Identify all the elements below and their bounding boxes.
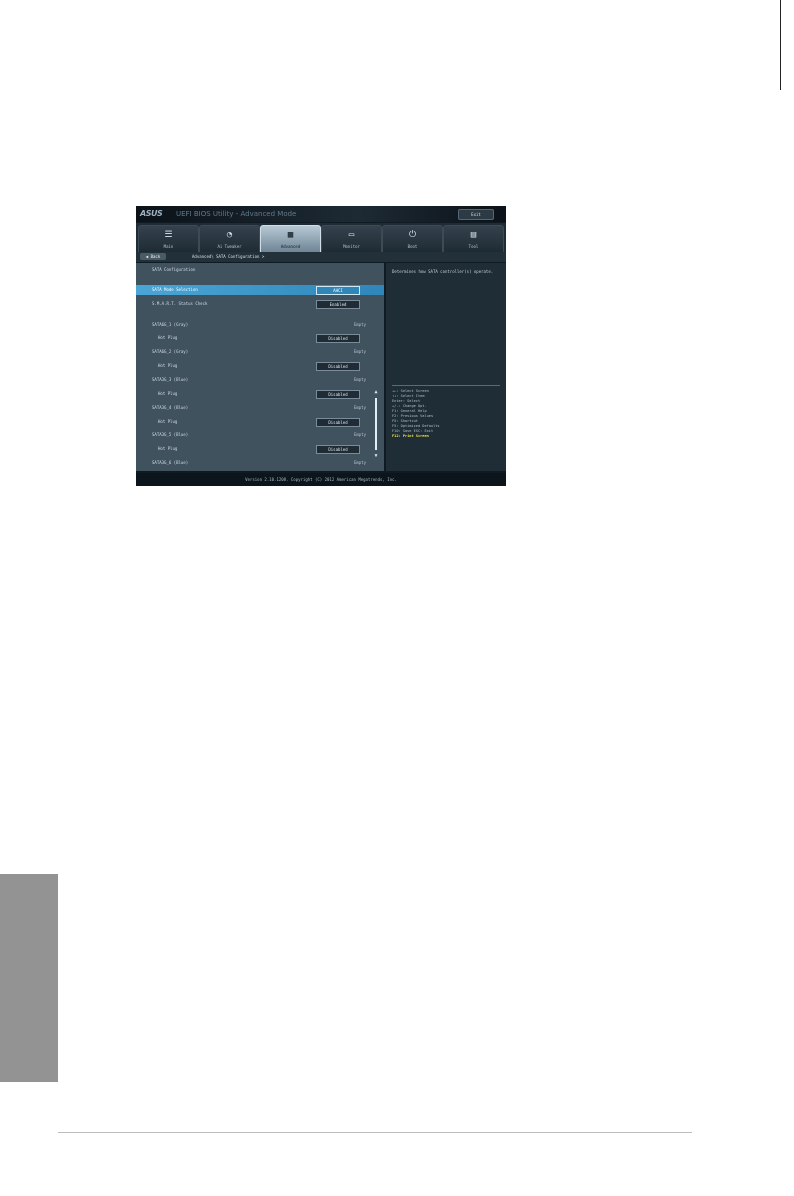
option-dropdown[interactable]: Disabled <box>316 418 360 427</box>
setting-smart-check[interactable]: S.M.A.R.T. Status Check Enabled <box>136 299 384 309</box>
tab-label: Tool <box>468 244 479 249</box>
hot-plug-row[interactable]: Hot Plug Disabled <box>136 361 384 371</box>
breadcrumb-bar: ◀ Back Advanced\ SATA Configuration > <box>136 252 506 262</box>
key-help-print-screen: F12: Print Screen <box>392 434 429 438</box>
bios-title: UEFI BIOS Utility - Advanced Mode <box>176 210 297 218</box>
tab-main[interactable]: ☰ Main <box>138 225 199 253</box>
scrollbar[interactable]: ▲ ▼ <box>372 390 380 460</box>
section-title: SATA Configuration <box>152 267 196 272</box>
page-cut-mark <box>780 0 781 90</box>
power-icon: ⏻ <box>408 230 417 240</box>
port-status: Empty <box>353 405 366 410</box>
tab-label: Main <box>163 244 174 249</box>
setting-sata-mode[interactable]: SATA Mode Selection AHCI <box>136 285 384 295</box>
port-row: SATA3G_3 (Blue) Empty <box>136 375 384 385</box>
option-dropdown[interactable]: Disabled <box>316 390 360 399</box>
help-description: Determines how SATA controller(s) operat… <box>392 269 494 274</box>
option-dropdown[interactable]: Disabled <box>316 334 360 343</box>
port-label: SATA6G_1 (Gray) <box>152 322 189 327</box>
tab-tool[interactable]: ▤ Tool <box>443 225 504 253</box>
bios-title-bar: ASUS UEFI BIOS Utility - Advanced Mode E… <box>136 206 506 222</box>
port-row: SATA3G_6 (Blue) Empty <box>136 458 384 468</box>
bios-screenshot: ASUS UEFI BIOS Utility - Advanced Mode E… <box>136 206 506 486</box>
option-dropdown[interactable]: Enabled <box>316 300 360 309</box>
settings-panel: SATA Configuration SATA Mode Selection A… <box>136 263 384 471</box>
menu-tabs: ☰ Main ◔ Ai Tweaker ▦ Advanced ▭ Monitor… <box>136 223 506 253</box>
footer-rule <box>58 1132 692 1133</box>
setting-label: SATA Mode Selection <box>152 287 198 292</box>
port-row: SATA6G_2 (Gray) Empty <box>136 347 384 357</box>
tab-advanced[interactable]: ▦ Advanced <box>260 225 321 253</box>
monitor-icon: ▭ <box>348 230 355 240</box>
version-footer: Version 2.10.1208. Copyright (C) 2012 Am… <box>136 473 506 486</box>
tab-label: Monitor <box>343 244 360 249</box>
breadcrumb: Advanced\ SATA Configuration > <box>192 254 265 259</box>
exit-label: Exit <box>471 212 481 217</box>
list-icon: ☰ <box>164 230 173 240</box>
option-dropdown[interactable]: AHCI <box>316 286 360 295</box>
port-status: Empty <box>353 460 366 465</box>
port-status: Empty <box>353 349 366 354</box>
section-header: SATA Configuration <box>136 266 384 274</box>
hot-plug-row[interactable]: Hot Plug Disabled <box>136 333 384 343</box>
option-dropdown[interactable]: Disabled <box>316 362 360 371</box>
port-label: SATA3G_6 (Blue) <box>152 460 189 465</box>
asus-logo: ASUS <box>140 209 163 218</box>
port-row: SATA3G_5 (Blue) Empty <box>136 430 384 440</box>
hot-plug-label: Hot Plug <box>158 391 178 396</box>
port-row: SATA6G_1 (Gray) Empty <box>136 320 384 330</box>
help-panel: Determines how SATA controller(s) operat… <box>386 263 506 471</box>
scroll-up-arrow-icon[interactable]: ▲ <box>373 390 379 395</box>
chip-icon: ▦ <box>287 230 294 240</box>
back-label: Back <box>150 254 161 259</box>
tab-label: Ai Tweaker <box>217 244 242 249</box>
exit-button[interactable]: Exit <box>458 209 494 220</box>
tab-ai-tweaker[interactable]: ◔ Ai Tweaker <box>199 225 260 253</box>
tab-label: Boot <box>407 244 418 249</box>
key-legend: →←: Select Screen ↑↓: Select Item Enter:… <box>392 385 500 439</box>
back-button[interactable]: ◀ Back <box>140 253 166 260</box>
hot-plug-row[interactable]: Hot Plug Disabled <box>136 389 384 399</box>
port-status: Empty <box>353 432 366 437</box>
hot-plug-label: Hot Plug <box>158 335 178 340</box>
port-status: Empty <box>353 377 366 382</box>
tab-label: Advanced <box>280 244 301 249</box>
hot-plug-row[interactable]: Hot Plug Disabled <box>136 444 384 454</box>
setting-label: S.M.A.R.T. Status Check <box>152 301 208 306</box>
hot-plug-label: Hot Plug <box>158 419 178 424</box>
port-label: SATA3G_4 (Blue) <box>152 405 189 410</box>
chapter-side-tab <box>0 874 58 1082</box>
tab-boot[interactable]: ⏻ Boot <box>382 225 443 253</box>
hot-plug-row[interactable]: Hot Plug Disabled <box>136 417 384 427</box>
port-label: SATA3G_5 (Blue) <box>152 432 189 437</box>
scroll-thumb[interactable] <box>375 398 377 450</box>
port-label: SATA6G_2 (Gray) <box>152 349 189 354</box>
hot-plug-label: Hot Plug <box>158 363 178 368</box>
port-row: SATA3G_4 (Blue) Empty <box>136 403 384 413</box>
port-label: SATA3G_3 (Blue) <box>152 377 189 382</box>
option-dropdown[interactable]: Disabled <box>316 445 360 454</box>
scroll-down-arrow-icon[interactable]: ▼ <box>373 454 379 459</box>
tab-monitor[interactable]: ▭ Monitor <box>321 225 382 253</box>
port-status: Empty <box>353 322 366 327</box>
hot-plug-label: Hot Plug <box>158 446 178 451</box>
gauge-icon: ◔ <box>226 230 233 240</box>
toolbox-icon: ▤ <box>470 230 477 240</box>
